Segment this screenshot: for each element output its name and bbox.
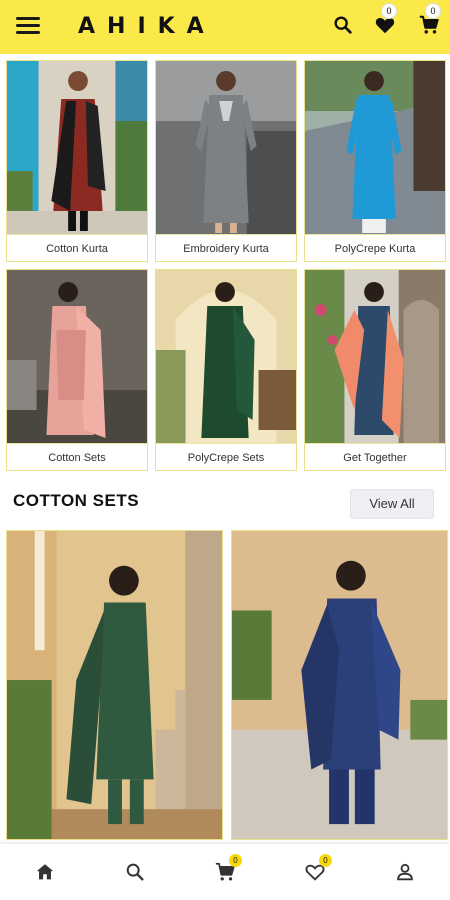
home-icon bbox=[36, 864, 54, 880]
product-card[interactable] bbox=[231, 530, 448, 840]
nav-wishlist[interactable]: 0 bbox=[295, 852, 335, 892]
search-icon[interactable] bbox=[332, 14, 358, 40]
brand-logo[interactable]: AHIKA bbox=[78, 14, 216, 39]
category-image bbox=[156, 270, 296, 443]
product-card[interactable] bbox=[6, 530, 223, 840]
category-card-polycrepe-kurta[interactable]: PolyCrepe Kurta bbox=[304, 60, 446, 262]
category-label: Embroidery Kurta bbox=[156, 234, 296, 261]
product-image bbox=[232, 531, 447, 839]
cart-count-badge: 0 bbox=[229, 854, 242, 867]
category-card-cotton-kurta[interactable]: Cotton Kurta bbox=[6, 60, 148, 262]
category-label: PolyCrepe Kurta bbox=[305, 234, 445, 261]
category-image bbox=[7, 61, 147, 234]
category-card-get-together[interactable]: Get Together bbox=[304, 269, 446, 471]
section-title: COTTON SETS bbox=[13, 491, 140, 510]
product-list bbox=[6, 530, 448, 840]
category-card-cotton-sets[interactable]: Cotton Sets bbox=[6, 269, 148, 471]
product-image bbox=[7, 531, 222, 839]
nav-search[interactable] bbox=[115, 852, 155, 892]
hamburger-menu-icon[interactable] bbox=[16, 14, 44, 38]
category-label: Cotton Kurta bbox=[7, 234, 147, 261]
nav-cart[interactable]: 0 bbox=[205, 852, 245, 892]
wishlist-count-badge: 0 bbox=[382, 4, 396, 18]
wishlist-count-badge: 0 bbox=[319, 854, 332, 867]
category-image bbox=[305, 61, 445, 234]
app-header: AHIKA 0 0 bbox=[0, 0, 450, 54]
wishlist-button[interactable]: 0 bbox=[374, 4, 400, 40]
category-image bbox=[7, 270, 147, 443]
category-image bbox=[305, 270, 445, 443]
category-card-polycrepe-sets[interactable]: PolyCrepe Sets bbox=[155, 269, 297, 471]
person-icon bbox=[397, 863, 413, 881]
nav-profile[interactable] bbox=[385, 852, 425, 892]
cart-count-badge: 0 bbox=[426, 4, 440, 18]
category-label: Cotton Sets bbox=[7, 443, 147, 470]
category-image bbox=[156, 61, 296, 234]
view-all-button[interactable]: View All bbox=[350, 489, 434, 519]
category-card-embroidery-kurta[interactable]: Embroidery Kurta bbox=[155, 60, 297, 262]
category-label: Get Together bbox=[305, 443, 445, 470]
category-grid: Cotton Kurta Embroidery Kurta PolyCrepe … bbox=[6, 60, 446, 471]
search-icon bbox=[126, 863, 144, 881]
nav-home[interactable] bbox=[25, 852, 65, 892]
cart-button[interactable]: 0 bbox=[418, 4, 444, 40]
category-label: PolyCrepe Sets bbox=[156, 443, 296, 470]
bottom-navigation: 0 0 bbox=[0, 844, 450, 900]
